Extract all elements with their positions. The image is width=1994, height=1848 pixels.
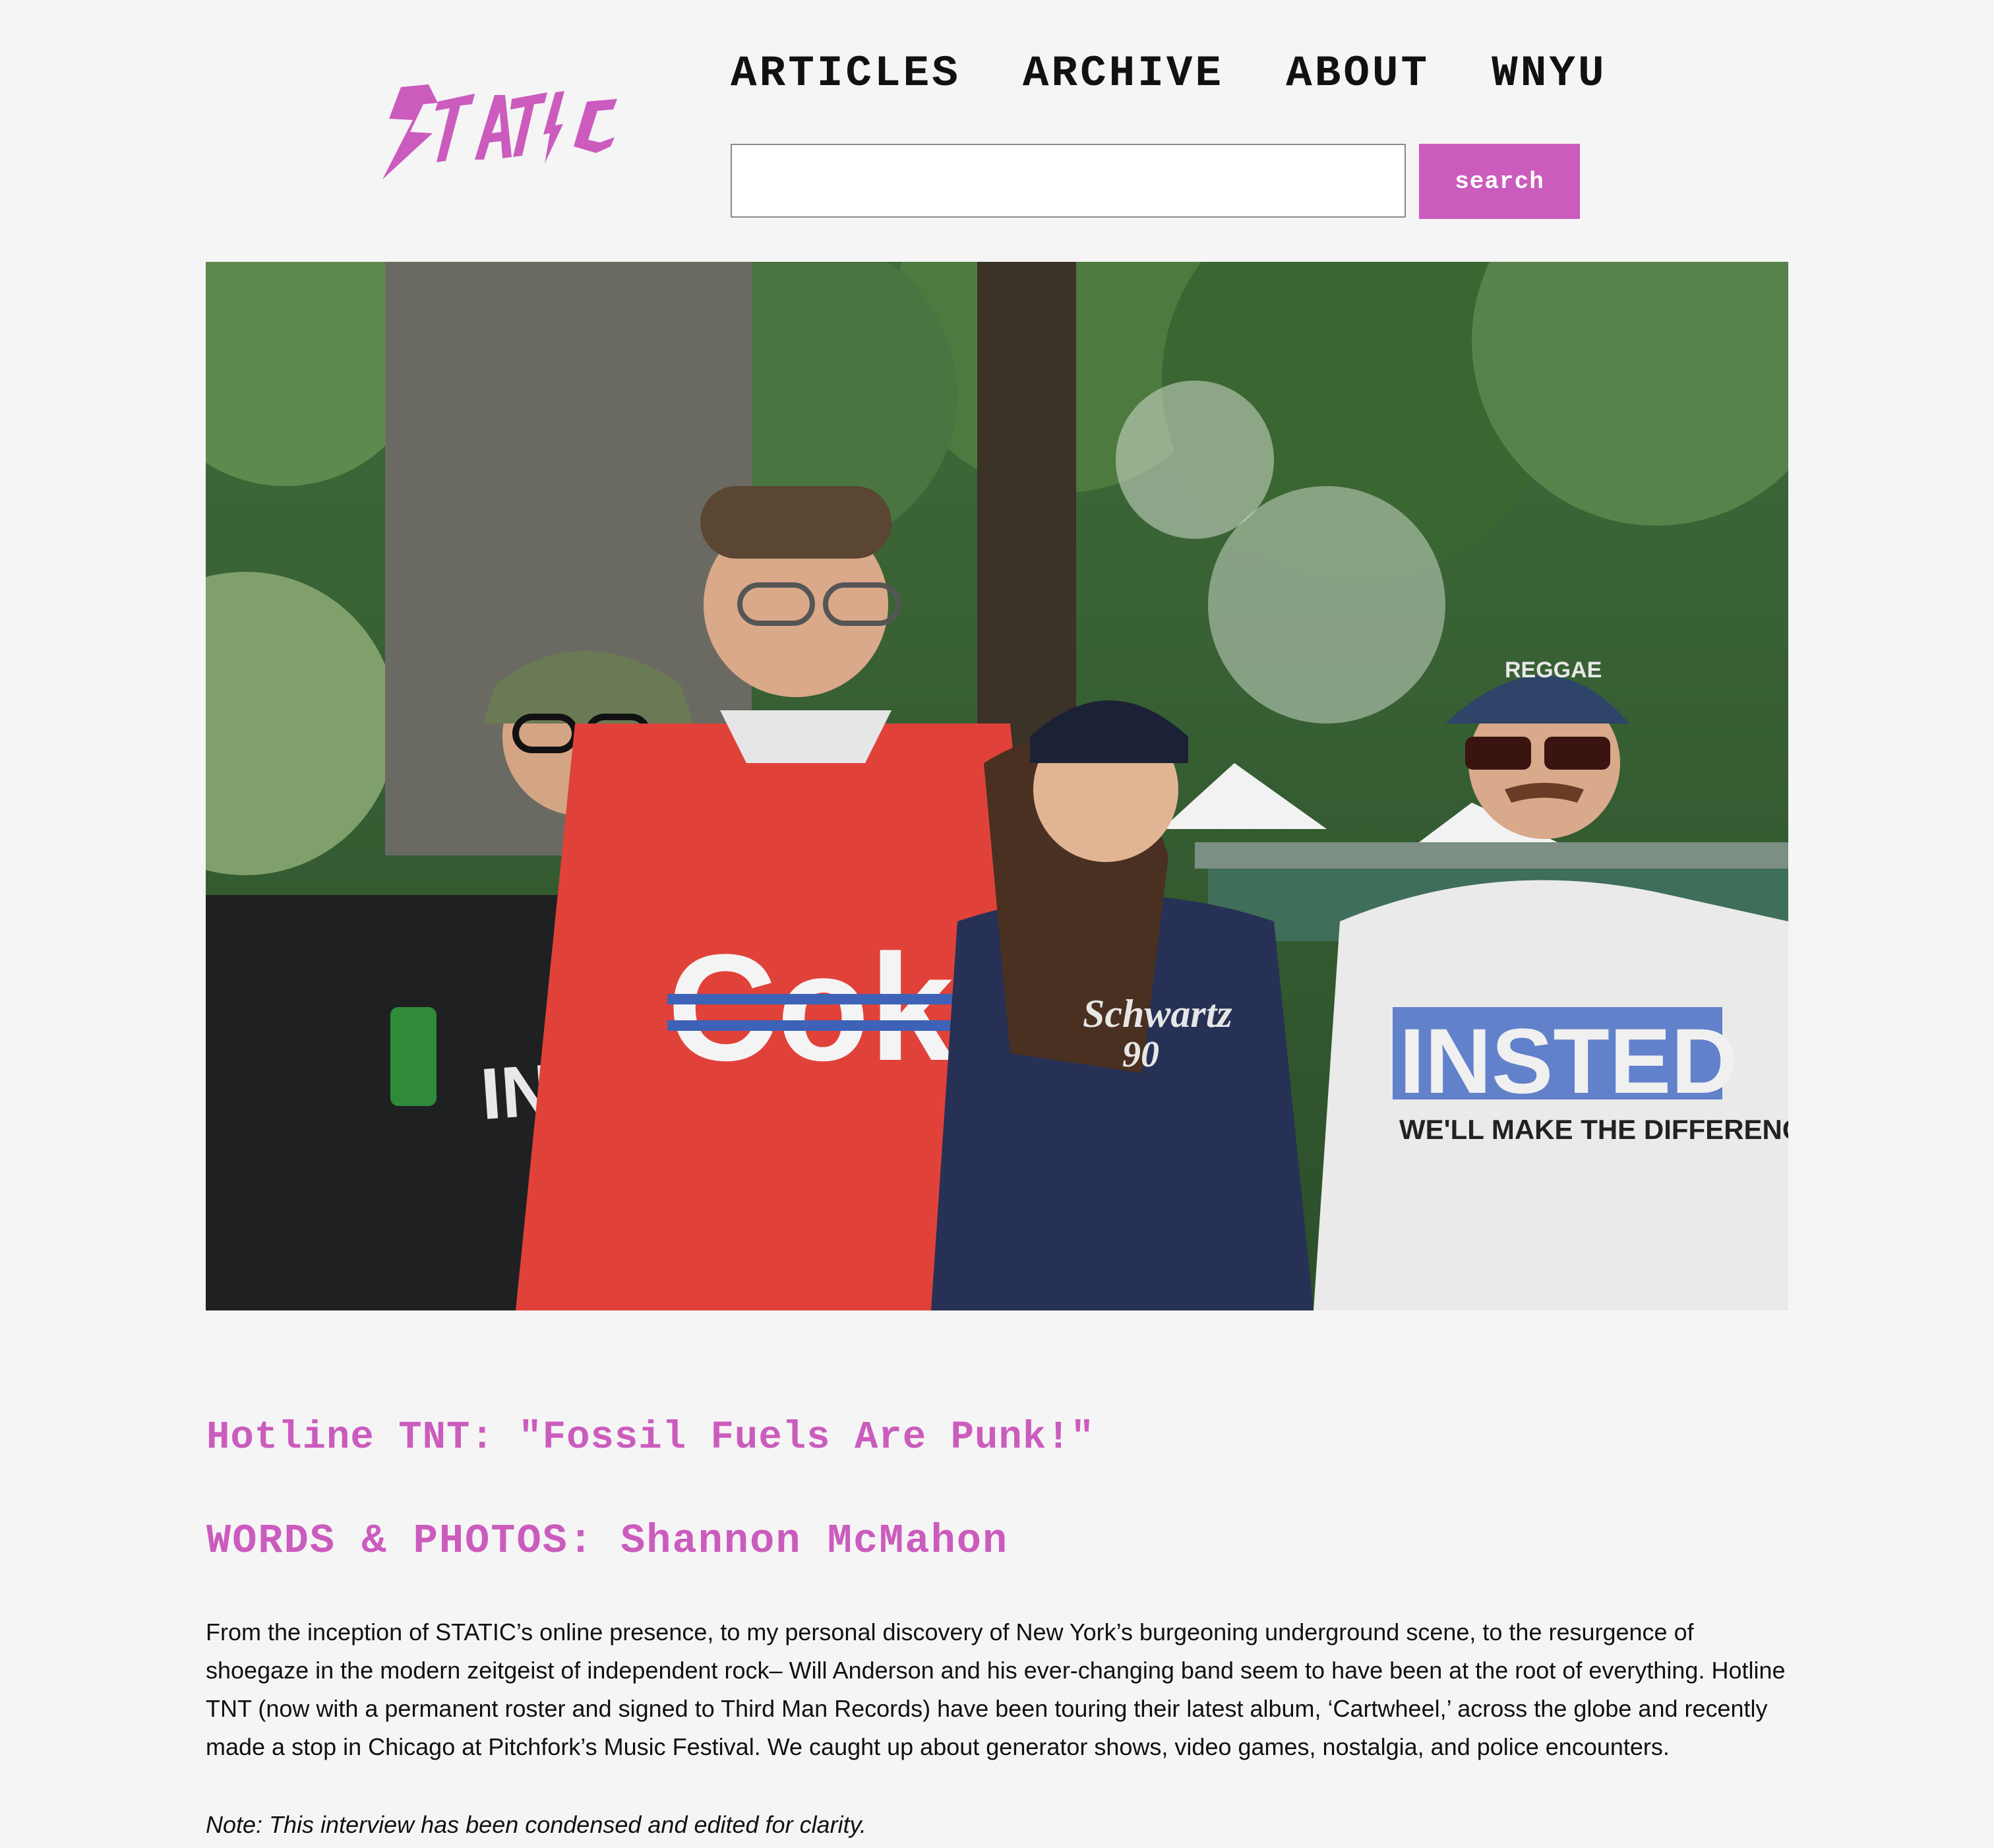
article-title: Hotline TNT: "Fossil Fuels Are Punk!" — [206, 1415, 1095, 1460]
band-photo-illustration: INSTINCT Coke Schwartz 90 REGGAE — [206, 262, 1788, 1310]
svg-text:Schwartz: Schwartz — [1083, 992, 1232, 1035]
byline-label: WORDS & PHOTOS: — [206, 1518, 595, 1564]
search-button[interactable]: search — [1419, 144, 1580, 219]
hero-photo: INSTINCT Coke Schwartz 90 REGGAE — [206, 262, 1788, 1310]
svg-text:90: 90 — [1122, 1034, 1159, 1075]
search-input[interactable] — [731, 144, 1406, 218]
nav-wnyu[interactable]: WNYU — [1492, 47, 1606, 100]
static-logo-mark — [382, 84, 617, 179]
byline-author: Shannon McMahon — [620, 1518, 1009, 1564]
svg-text:WE'LL MAKE THE DIFFERENCE: WE'LL MAKE THE DIFFERENCE — [1399, 1114, 1788, 1145]
svg-text:REGGAE: REGGAE — [1505, 658, 1602, 683]
article-note: Note: This interview has been condensed … — [206, 1811, 866, 1838]
nav-archive[interactable]: ARCHIVE — [1023, 47, 1224, 100]
static-logo[interactable] — [382, 73, 633, 191]
article-byline: WORDS & PHOTOS: Shannon McMahon — [206, 1515, 1008, 1568]
main-nav: ARTICLES ARCHIVE ABOUT WNYU — [731, 47, 1607, 100]
article-intro: From the inception of STATIC’s online pr… — [206, 1618, 1786, 1760]
svg-text:INSTED: INSTED — [1399, 1009, 1737, 1113]
page: ARTICLES ARCHIVE ABOUT WNYU search Coke … — [0, 0, 1994, 1848]
nav-about[interactable]: ABOUT — [1286, 47, 1430, 100]
nav-articles[interactable]: ARTICLES — [731, 47, 961, 100]
